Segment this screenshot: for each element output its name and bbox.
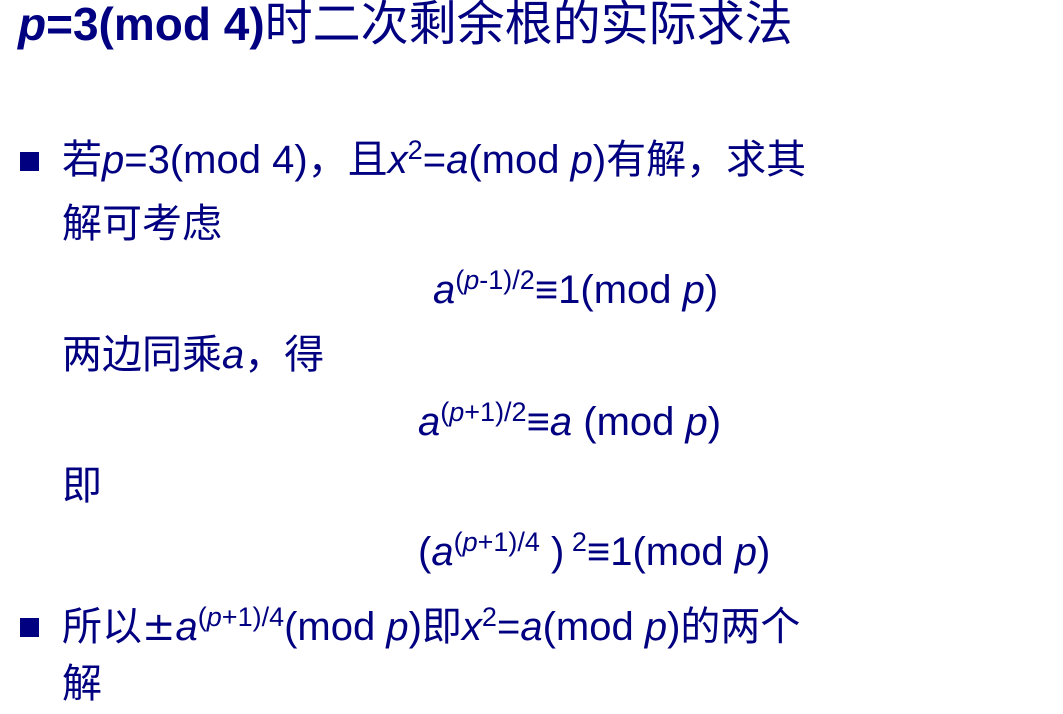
equation-1: a(p-1)/2≡1(mod p) [433,260,718,320]
bullet1-mod-open: (mod [468,138,571,182]
eq2-exponent: (p+1)/2 [440,397,527,427]
slide: p=3(mod 4)时二次剩余根的实际求法 若p=3(mod 4)，且x2=a(… [0,0,1063,714]
title-var-p: p [18,0,47,50]
bullet1-eq: = [422,138,447,182]
eq3-var-a: a [431,530,454,574]
eq3-exponent: (p+1)/4 [453,527,540,557]
bullet1-var-p2: p [570,138,593,182]
eq1-var-a: a [433,268,456,312]
eq2-mid: ≡ [526,400,550,444]
eq3-mid: ) [539,530,565,574]
eq3-sup-2: 2 [564,527,587,557]
eq2-var-p: p [685,400,708,444]
multiply-var-a: a [222,333,245,377]
bullet2-close2: ) [667,605,681,649]
eq1-mid: ≡1(mod [534,268,683,312]
bullet2-mod-open: (mod [284,605,387,649]
bullet1-line1: 若p=3(mod 4)，且x2=a(mod p)有解，求其 [62,130,806,190]
bullet2-sup-2: 2 [481,602,497,632]
eq2-var-a: a [418,400,441,444]
bullet2-var-a2: a [520,605,543,649]
bullet-marker-1 [20,152,39,171]
bullet1-lead: 若 [62,137,102,183]
bullet2-close1: ) [408,605,422,649]
title-mod: =3(mod 4) [46,0,265,50]
eq3-var-p: p [734,530,757,574]
bullet2-line2: 解 [62,654,102,714]
bullet1-var-a: a [446,138,469,182]
slide-title: p=3(mod 4)时二次剩余根的实际求法 [18,0,793,54]
bullet1-tail: 有解，求其 [606,137,807,183]
eq3-open: ( [418,530,432,574]
title-cjk: 时二次剩余根的实际求法 [264,0,793,52]
bullet1-var-p: p [102,138,125,182]
eq2-close: ) [707,400,722,444]
bullet2-tail: 的两个 [680,604,801,650]
bullet1-close: ) [592,138,607,182]
eq2-mod: (mod [572,400,686,444]
bullet2-eq: = [496,605,521,649]
bullet1-line2: 解可考虑 [62,194,222,254]
multiply-cjk-2: ，得 [244,332,325,378]
bullet2-var-p1: p [386,605,409,649]
bullet1-sup-2: 2 [407,135,423,165]
bullet2-line1: 所以±a(p+1)/4(mod p)即x2=a(mod p)的两个 [62,597,800,657]
bullet1-line2-text: 解可考虑 [62,201,222,247]
bullet2-var-p2: p [644,605,668,649]
multiply-cjk-1: 两边同乘 [62,332,222,378]
ji-cjk: 即 [62,463,102,509]
bullet2-mod-open2: (mod [542,605,645,649]
eq2-var-a2: a [549,400,573,444]
bullet2-exponent: (p+1)/4 [197,602,285,632]
line-ji: 即 [62,456,102,516]
eq1-close: ) [704,268,719,312]
bullet1-var-x: x [387,138,408,182]
eq3-rest: ≡1(mod [586,530,735,574]
eq1-exponent: (p-1)/2 [455,265,535,295]
bullet2-var-x: x [461,605,482,649]
bullet2-lead: 所以± [62,604,176,650]
bullet1-mid-cjk: ，且 [307,137,388,183]
bullet-marker-2 [20,618,39,637]
equation-3: (a(p+1)/4 ) 2≡1(mod p) [418,522,770,582]
bullet2-ji: 即 [421,604,462,650]
bullet2-var-a: a [175,605,198,649]
line-multiply: 两边同乘a，得 [62,325,324,385]
equation-2: a(p+1)/2≡a (mod p) [418,392,721,452]
bullet2-line2-text: 解 [62,661,102,707]
eq1-var-p: p [682,268,705,312]
bullet1-mod4: =3(mod 4) [124,138,308,182]
eq3-close: ) [756,530,771,574]
